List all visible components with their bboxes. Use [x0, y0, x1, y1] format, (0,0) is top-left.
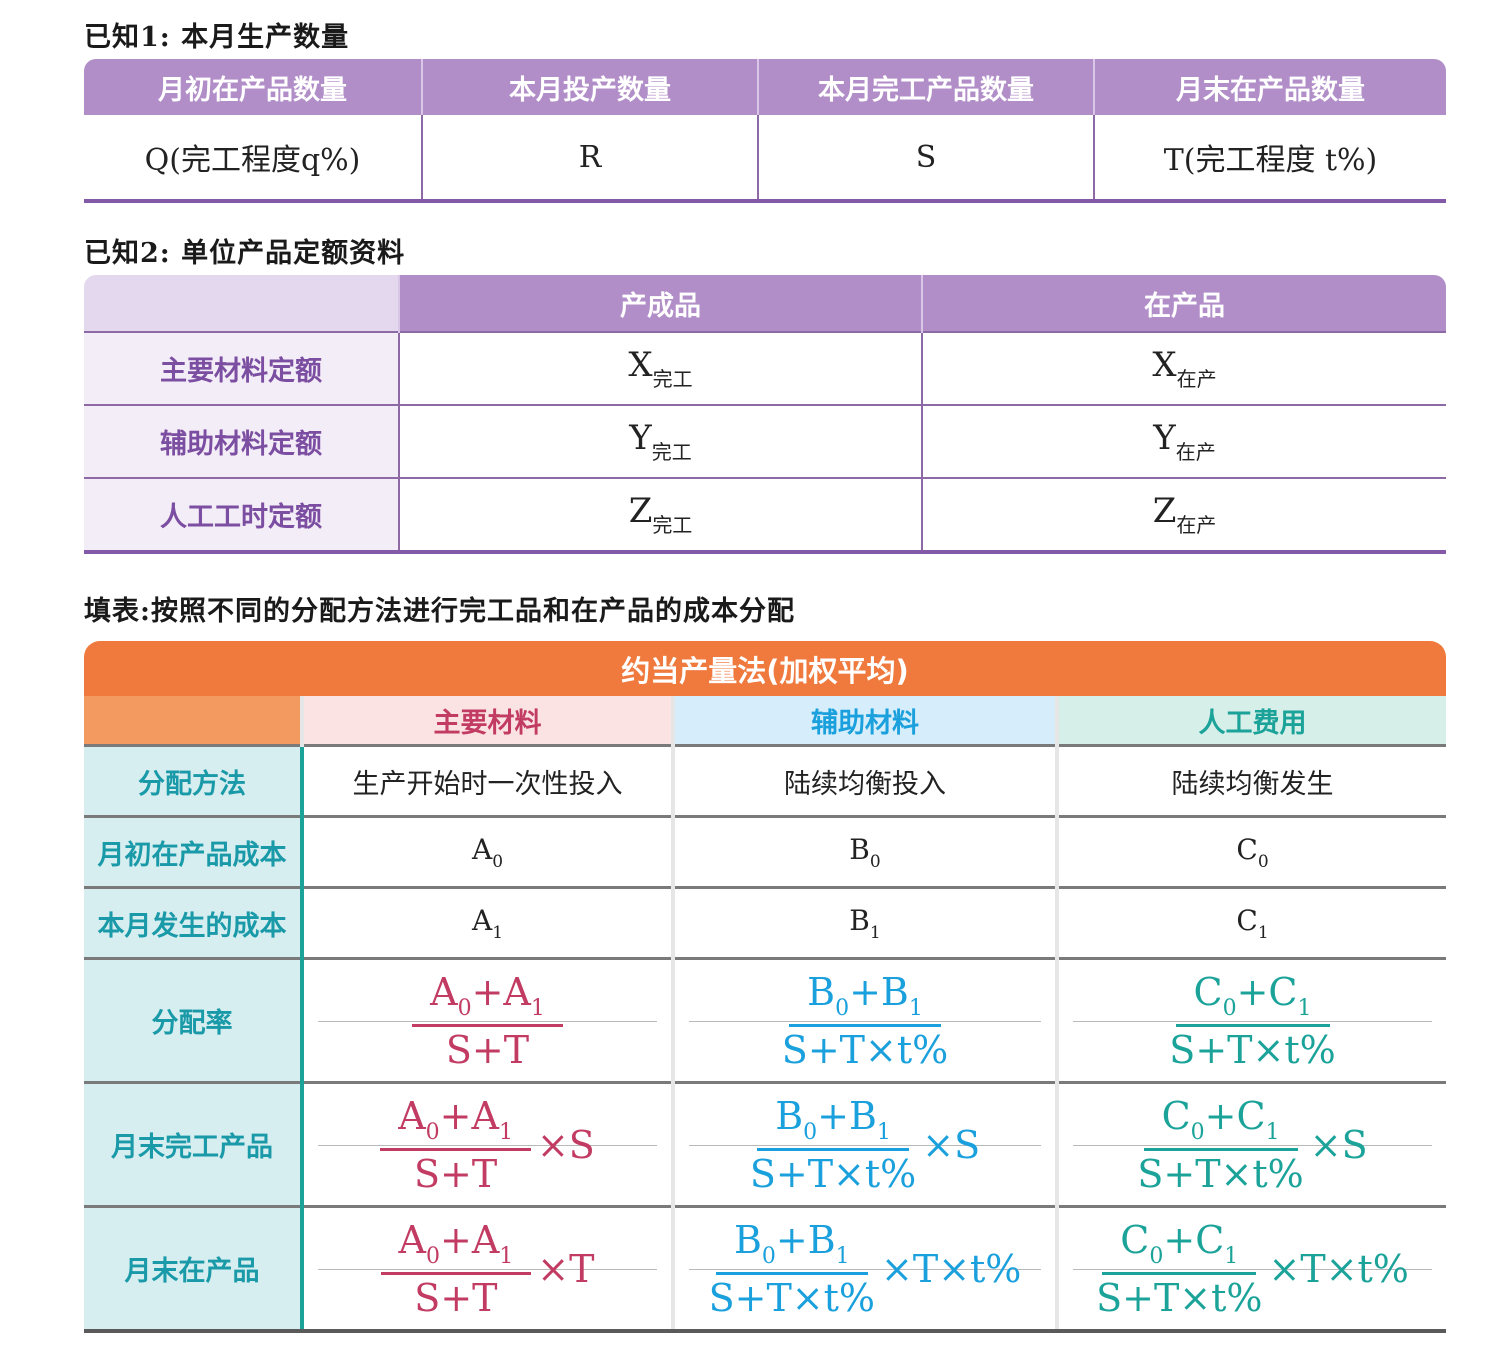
method-labor: 陆续均衡发生: [1057, 744, 1447, 817]
row-label-opening-cost: 月初在产品成本: [84, 815, 304, 888]
row-label-labor-hours-quota: 人工工时定额: [84, 477, 400, 554]
section1-heading: 已知1: 本月生产数量: [84, 22, 350, 53]
section3-heading: 填表:按照不同的分配方法进行完工品和在产品的成本分配: [84, 596, 795, 627]
rate-main: A0+A1 S+T: [302, 957, 675, 1083]
quota-main-finished: X完工: [399, 331, 923, 405]
wip-main-formula: A0+A1 S+T ×T: [380, 1221, 594, 1317]
section2-heading: 已知2: 单位产品定额资料: [84, 238, 406, 269]
quota-main-wip: X在产: [922, 331, 1446, 405]
row-label-allocation-rate: 分配率: [84, 957, 304, 1083]
header-blank: [84, 275, 400, 332]
wip-labor-formula: C0+C1 S+T×t% ×T×t%: [1096, 1217, 1409, 1320]
header-wip: 在产品: [922, 275, 1446, 332]
production-quantity-table: 月初在产品数量 本月投产数量 本月完工产品数量 月末在产品数量 Q(完工程度q%…: [84, 59, 1446, 203]
category-main-material: 主要材料: [302, 696, 675, 746]
category-aux-material: 辅助材料: [673, 696, 1059, 746]
value-ending-wip-qty: T(完工程度 t%): [1094, 115, 1446, 203]
header-input-qty: 本月投产数量: [422, 59, 759, 115]
value-finished-qty: S: [758, 115, 1095, 203]
header-ending-wip-qty: 月末在产品数量: [1094, 59, 1446, 115]
wip-labor: C0+C1 S+T×t% ×T×t%: [1057, 1205, 1447, 1333]
row-label-ending-wip: 月末在产品: [84, 1205, 304, 1333]
value-opening-wip-qty: Q(完工程度q%): [84, 115, 423, 203]
finished-aux-formula: B0+B1 S+T×t% ×S: [749, 1093, 981, 1196]
current-cost-labor: C1: [1057, 886, 1447, 959]
quota-aux-wip: Y在产: [922, 404, 1446, 478]
quota-labor-wip: Z在产: [922, 477, 1446, 554]
row-label-main-material-quota: 主要材料定额: [84, 331, 400, 405]
unit-quota-table: 产成品 在产品 主要材料定额 X完工 X在产 辅助材料定额 Y完工 Y在产 人工…: [84, 275, 1446, 554]
header-opening-wip-qty: 月初在产品数量: [84, 59, 423, 115]
row-label-method: 分配方法: [84, 744, 304, 817]
rate-aux: B0+B1 S+T×t%: [673, 957, 1059, 1083]
quota-aux-finished: Y完工: [399, 404, 923, 478]
row-label-ending-finished: 月末完工产品: [84, 1081, 304, 1207]
current-cost-aux: B1: [673, 886, 1059, 959]
table-title: 约当产量法(加权平均): [84, 641, 1447, 696]
rate-labor-formula: C0+C1 S+T×t%: [1169, 969, 1336, 1072]
finished-main: A0+A1 S+T ×S: [302, 1081, 675, 1207]
category-blank: [84, 696, 304, 746]
wip-aux: B0+B1 S+T×t% ×T×t%: [673, 1205, 1059, 1333]
finished-aux: B0+B1 S+T×t% ×S: [673, 1081, 1059, 1207]
wip-main: A0+A1 S+T ×T: [302, 1205, 675, 1333]
category-labor-cost: 人工费用: [1057, 696, 1447, 746]
value-input-qty: R: [422, 115, 759, 203]
header-finished-goods: 产成品: [399, 275, 923, 332]
row-label-aux-material-quota: 辅助材料定额: [84, 404, 400, 478]
method-main: 生产开始时一次性投入: [302, 744, 675, 817]
wip-aux-formula: B0+B1 S+T×t% ×T×t%: [708, 1217, 1022, 1320]
method-aux: 陆续均衡投入: [673, 744, 1059, 817]
header-finished-qty: 本月完工产品数量: [758, 59, 1095, 115]
current-cost-main: A1: [302, 886, 675, 959]
opening-cost-aux: B0: [673, 815, 1059, 888]
opening-cost-labor: C0: [1057, 815, 1447, 888]
rate-main-formula: A0+A1 S+T: [412, 973, 563, 1069]
rate-labor: C0+C1 S+T×t%: [1057, 957, 1447, 1083]
finished-main-formula: A0+A1 S+T ×S: [380, 1097, 595, 1193]
cost-allocation-table: 约当产量法(加权平均) 主要材料 辅助材料 人工费用 分配方法 生产开始时一次性…: [84, 641, 1447, 1333]
rate-aux-formula: B0+B1 S+T×t%: [781, 969, 949, 1072]
finished-labor: C0+C1 S+T×t% ×S: [1057, 1081, 1447, 1207]
quota-labor-finished: Z完工: [399, 477, 923, 554]
finished-labor-formula: C0+C1 S+T×t% ×S: [1137, 1093, 1368, 1196]
opening-cost-main: A0: [302, 815, 675, 888]
row-label-current-cost: 本月发生的成本: [84, 886, 304, 959]
